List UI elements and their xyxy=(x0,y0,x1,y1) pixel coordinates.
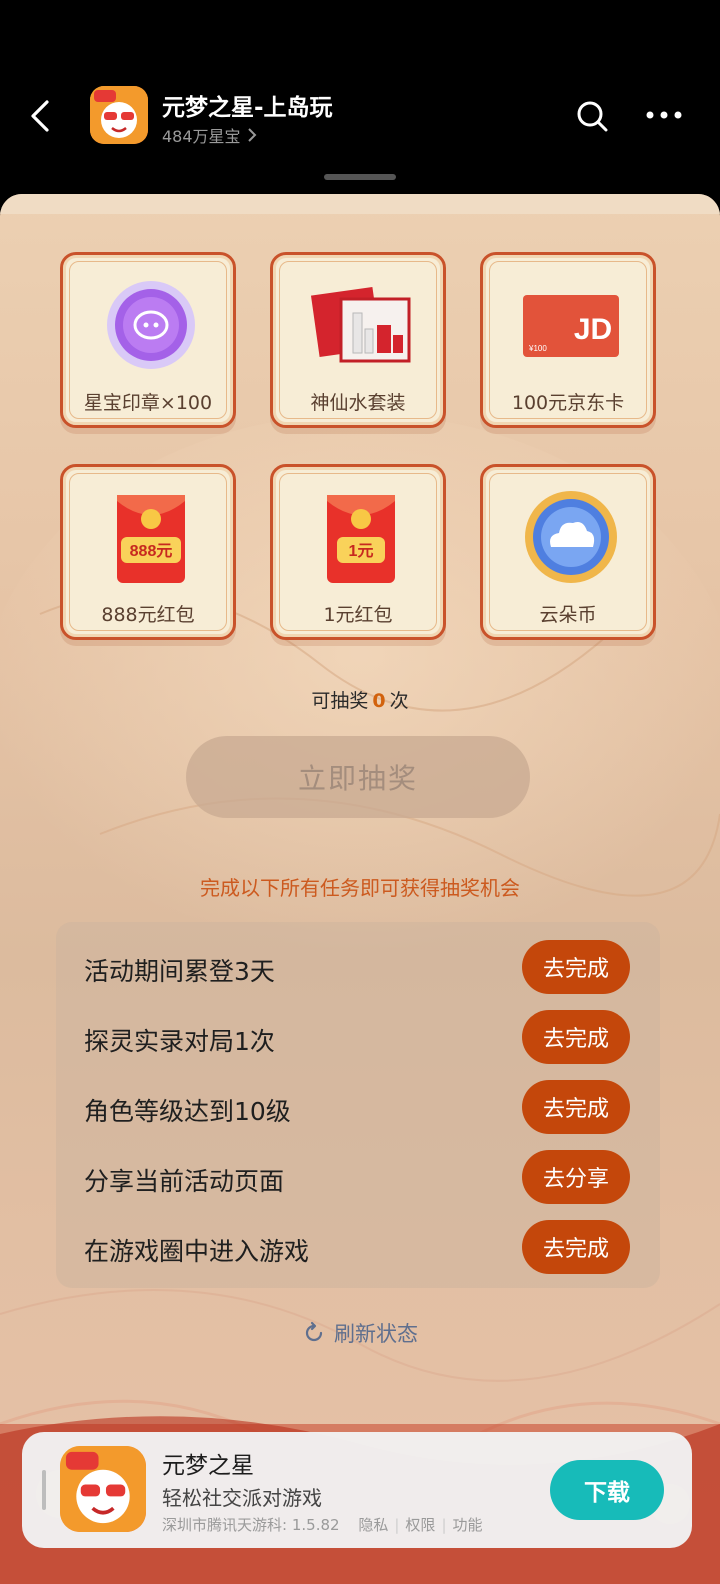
back-arrow-icon xyxy=(31,100,49,132)
download-button[interactable]: 下载 xyxy=(550,1460,664,1520)
refresh-icon xyxy=(305,1321,323,1342)
permissions-link[interactable]: 权限 xyxy=(405,1516,435,1534)
card-grip xyxy=(42,1470,46,1510)
prize-card-cloud-coin[interactable]: 云朵币 xyxy=(480,464,656,640)
app-name: 元梦之星 xyxy=(162,1453,254,1479)
task-item: 在游戏圈中进入游戏 去完成 xyxy=(56,1220,660,1276)
skincare-set-icon xyxy=(311,286,411,363)
prize-card-seal[interactable]: 星宝印章×100 xyxy=(60,252,236,428)
prize-card-jd[interactable]: JD ¥100 100元京东卡 xyxy=(480,252,656,428)
task-item: 角色等级达到10级 去完成 xyxy=(56,1080,660,1136)
back-button[interactable] xyxy=(22,96,58,136)
seal-icon xyxy=(107,281,195,369)
red-envelope-icon: 888元 xyxy=(117,495,185,583)
draw-count: 可抽奖 0 次 xyxy=(0,686,720,713)
app-description: 轻松社交派对游戏 xyxy=(162,1486,322,1510)
refresh-status-button[interactable]: 刷新状态 xyxy=(0,1318,720,1348)
prize-card-red-envelope-1[interactable]: 1元 1元红包 xyxy=(270,464,446,640)
activity-sheet: 星宝印章×100 神仙水套装 JD ¥100 100元京东卡 888元 888元… xyxy=(0,194,720,1584)
task-item: 探灵实录对局1次 去完成 xyxy=(56,1010,660,1066)
prize-label: 888元红包 xyxy=(101,604,195,626)
draw-count-number: 0 xyxy=(372,690,386,712)
draw-count-suffix: 次 xyxy=(389,690,409,712)
prize-label: 100元京东卡 xyxy=(511,392,625,414)
search-button[interactable] xyxy=(574,98,610,134)
download-card: 元梦之星 轻松社交派对游戏 深圳市腾讯天游科: 1.5.82 隐私 | 权限 | 功能 … xyxy=(22,1432,692,1548)
task-action-button[interactable]: 去完成 xyxy=(522,1220,630,1274)
task-item: 活动期间累登3天 去完成 xyxy=(56,940,660,996)
chevron-right-icon xyxy=(247,128,256,142)
jd-logo-text: JD xyxy=(574,313,612,346)
draw-count-prefix: 可抽奖 xyxy=(311,690,369,712)
app-icon-large[interactable] xyxy=(60,1446,146,1532)
features-link[interactable]: 功能 xyxy=(453,1516,483,1534)
jd-card-icon: JD ¥100 xyxy=(523,295,619,357)
page-title: 元梦之星-上岛玩 xyxy=(162,95,333,121)
task-hint: 完成以下所有任务即可获得抽奖机会 xyxy=(200,876,520,900)
task-label: 分享当前活动页面 xyxy=(84,1167,285,1196)
more-dots-icon xyxy=(646,111,682,119)
jd-card-value: ¥100 xyxy=(528,344,547,353)
prize-label: 神仙水套装 xyxy=(310,392,406,414)
task-label: 角色等级达到10级 xyxy=(84,1097,291,1126)
task-label: 探灵实录对局1次 xyxy=(84,1027,275,1056)
task-item: 分享当前活动页面 去分享 xyxy=(56,1150,660,1206)
envelope-amount: 888元 xyxy=(130,543,173,560)
task-action-button[interactable]: 去完成 xyxy=(522,1080,630,1134)
follower-count: 484万星宝 xyxy=(162,127,241,146)
app-version: 1.5.82 xyxy=(291,1516,340,1534)
prize-card-skincare[interactable]: 神仙水套装 xyxy=(270,252,446,428)
red-envelope-icon: 1元 xyxy=(327,495,395,583)
app-icon[interactable] xyxy=(90,86,148,144)
follower-count-link[interactable]: 484万星宝 xyxy=(162,123,257,147)
cloud-coin-icon xyxy=(525,491,617,583)
task-list: 活动期间累登3天 去完成 探灵实录对局1次 去完成 角色等级达到10级 去完成 … xyxy=(56,922,660,1288)
task-label: 活动期间累登3天 xyxy=(84,957,275,986)
task-action-button[interactable]: 去分享 xyxy=(522,1150,630,1204)
privacy-link[interactable]: 隐私 xyxy=(358,1516,388,1534)
task-action-button[interactable]: 去完成 xyxy=(522,940,630,994)
game-mascot-icon xyxy=(90,86,148,144)
sheet-drag-handle[interactable] xyxy=(324,174,396,180)
prize-card-red-envelope-888[interactable]: 888元 888元红包 xyxy=(60,464,236,640)
prize-label: 云朵币 xyxy=(539,604,597,626)
refresh-label: 刷新状态 xyxy=(334,1322,418,1346)
top-bar: 元梦之星-上岛玩 484万星宝 xyxy=(0,0,720,200)
more-button[interactable] xyxy=(644,100,684,130)
draw-now-button[interactable]: 立即抽奖 xyxy=(186,736,530,818)
prize-label: 星宝印章×100 xyxy=(83,392,213,414)
task-label: 在游戏圈中进入游戏 xyxy=(84,1237,310,1266)
app-meta: 深圳市腾讯天游科: 1.5.82 隐私 | 权限 | 功能 xyxy=(162,1516,483,1534)
prize-label: 1元红包 xyxy=(323,604,393,626)
search-icon xyxy=(577,101,608,132)
developer-name: 深圳市腾讯天游科 xyxy=(162,1516,283,1534)
game-mascot-icon xyxy=(60,1446,146,1532)
envelope-amount: 1元 xyxy=(349,543,374,560)
task-action-button[interactable]: 去完成 xyxy=(522,1010,630,1064)
